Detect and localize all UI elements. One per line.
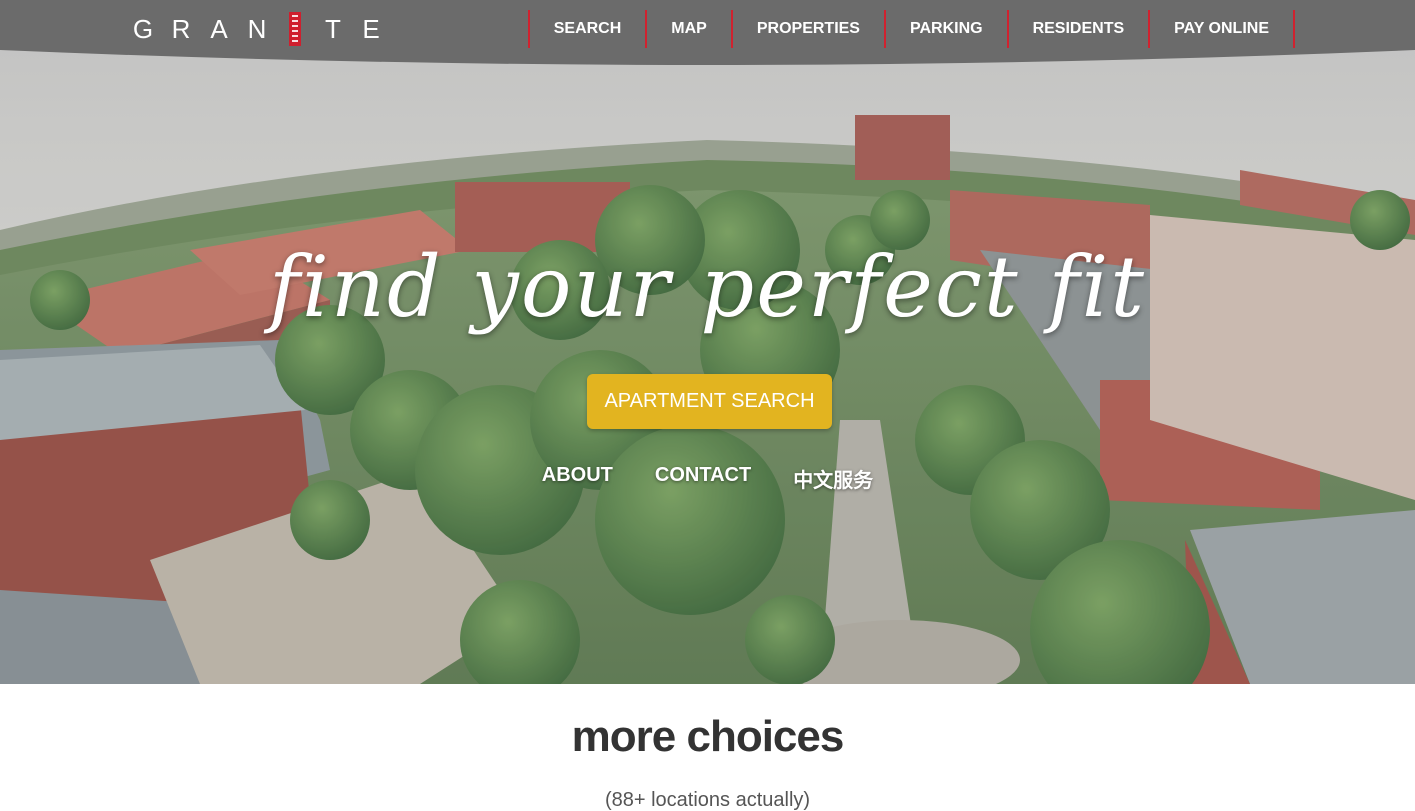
section-title: more choices: [571, 712, 845, 761]
nav-item-map[interactable]: MAP: [645, 10, 731, 48]
hero-links: ABOUT CONTACT 中文服务: [0, 464, 1415, 493]
chinese-service-link[interactable]: 中文服务: [793, 464, 873, 493]
campus-aerial-image: [0, 0, 1415, 684]
section-subtitle: (88+ locations actually): [604, 789, 811, 811]
nav-item-residents[interactable]: RESIDENTS: [1006, 10, 1149, 48]
nav-item-pay-online[interactable]: PAY ONLINE: [1148, 10, 1295, 48]
hero-tagline: find your perfect fit: [268, 238, 1147, 336]
logo-letter: R: [171, 13, 191, 44]
nav-item-search[interactable]: SEARCH: [527, 10, 646, 48]
nav-item-parking[interactable]: PARKING: [883, 10, 1007, 48]
logo-letter: N: [247, 13, 267, 44]
granite-logo[interactable]: G R A N T E: [124, 12, 390, 46]
building-tower-icon: [289, 12, 301, 46]
logo-letter: G: [132, 13, 154, 44]
main-nav: SEARCH MAP PROPERTIES PARKING RESIDENTS …: [527, 10, 1295, 48]
site-header: G R A N T E SEARCH MAP PROPERTIES PARKIN…: [0, 0, 1415, 70]
nav-item-properties[interactable]: PROPERTIES: [730, 10, 884, 48]
hero-background: [0, 0, 1415, 684]
contact-link[interactable]: CONTACT: [655, 464, 751, 493]
about-link[interactable]: ABOUT: [542, 464, 613, 493]
logo-letter: T: [325, 13, 341, 44]
apartment-search-button[interactable]: APARTMENT SEARCH: [587, 374, 832, 429]
logo-letter: E: [362, 13, 380, 44]
logo-letter: A: [210, 13, 228, 44]
